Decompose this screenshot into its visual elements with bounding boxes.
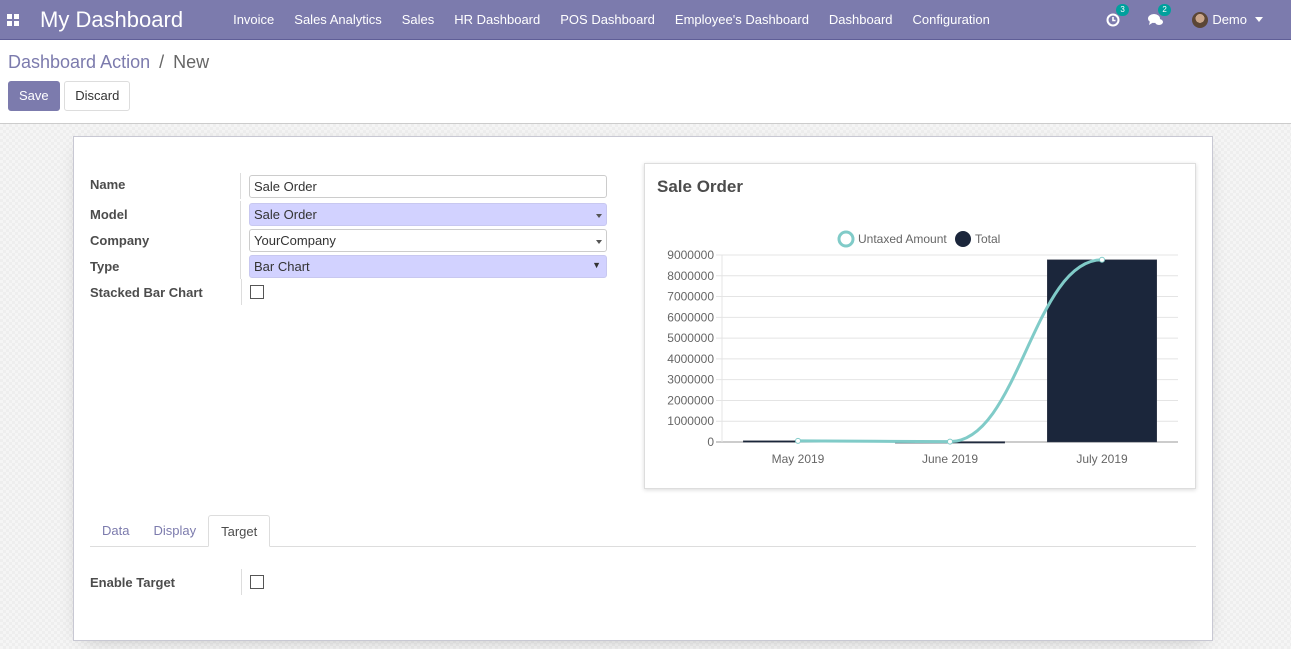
name-label: Name (90, 176, 126, 192)
legend-untaxed-label: Untaxed Amount (858, 232, 947, 246)
legend-total-marker (955, 231, 971, 247)
name-input[interactable]: Sale Order (249, 174, 607, 198)
y-tick-label: 0 (707, 435, 714, 449)
y-tick-label: 1000000 (667, 414, 714, 428)
avatar (1192, 11, 1209, 28)
stacked-bar-label: Stacked Bar Chart (90, 284, 203, 300)
model-label: Model (90, 206, 128, 222)
model-dropdown[interactable]: Sale Order (249, 202, 607, 226)
user-name: Demo (1212, 12, 1247, 27)
tab-data[interactable]: Data (90, 515, 141, 547)
chart-preview: Sale Order Untaxed Amount Total 0 1000000 20… (644, 163, 1196, 489)
type-select[interactable]: Bar Chart ▼ (249, 254, 607, 278)
save-button[interactable]: Save (8, 81, 60, 111)
activity-button[interactable]: 3 (1106, 3, 1129, 27)
y-tick-label: 6000000 (667, 310, 714, 324)
activity-badge: 3 (1116, 3, 1129, 16)
caret-down-icon (596, 239, 602, 244)
user-menu[interactable]: Demo (1192, 11, 1263, 28)
app-brand[interactable]: My Dashboard (40, 7, 183, 33)
notebook-tabs: Data Display Target (90, 515, 1196, 547)
target-fields: Enable Target (90, 569, 607, 595)
menu-configuration[interactable]: Configuration (903, 12, 1000, 27)
point-untaxed (795, 437, 801, 444)
menu-dashboard[interactable]: Dashboard (819, 12, 903, 27)
y-tick-label: 2000000 (667, 393, 714, 407)
bar-total (1047, 259, 1157, 443)
menu-sales-analytics[interactable]: Sales Analytics (284, 12, 391, 27)
company-dropdown[interactable]: YourCompany (249, 228, 607, 252)
model-value: Sale Order (254, 206, 317, 222)
tab-display[interactable]: Display (141, 515, 208, 547)
tab-target[interactable]: Target (208, 515, 271, 547)
top-navbar: My Dashboard Invoice Sales Analytics Sal… (0, 0, 1291, 40)
caret-down-icon (596, 213, 602, 218)
point-untaxed (947, 438, 953, 445)
chart-svg: Untaxed Amount Total 0 1000000 2000000 300000… (667, 230, 1178, 466)
point-untaxed (1099, 256, 1105, 263)
stacked-bar-checkbox[interactable] (250, 285, 264, 299)
menu-employees-dashboard[interactable]: Employee's Dashboard (665, 12, 819, 27)
breadcrumb: Dashboard Action / New (8, 52, 1283, 73)
caret-down-icon (1255, 17, 1263, 22)
breadcrumb-parent[interactable]: Dashboard Action (8, 52, 150, 72)
control-panel: Dashboard Action / New Save Discard (0, 40, 1291, 124)
messages-badge: 2 (1158, 3, 1171, 16)
menu-sales[interactable]: Sales (392, 12, 445, 27)
triangle-down-icon: ▼ (592, 259, 601, 270)
y-tick-label: 9000000 (667, 248, 714, 262)
type-label: Type (90, 258, 120, 274)
company-label: Company (90, 232, 150, 248)
messages-button[interactable]: 2 (1148, 3, 1171, 27)
legend-untaxed-marker (837, 230, 855, 248)
form-view: Name Sale Order Model Sale Order Company… (0, 124, 1291, 649)
y-tick-label: 3000000 (667, 373, 714, 387)
y-tick-label: 8000000 (667, 269, 714, 283)
menu-invoice[interactable]: Invoice (223, 12, 284, 27)
y-tick-label: 4000000 (667, 352, 714, 366)
menu-hr-dashboard[interactable]: HR Dashboard (444, 12, 550, 27)
type-value: Bar Chart (254, 258, 310, 274)
form-sheet: Name Sale Order Model Sale Order Company… (73, 136, 1213, 641)
x-tick-label: July 2019 (1076, 452, 1128, 466)
breadcrumb-separator: / (159, 52, 165, 72)
main-menu: Invoice Sales Analytics Sales HR Dashboa… (223, 12, 1000, 27)
x-tick-label: May 2019 (772, 452, 825, 466)
discard-button[interactable]: Discard (64, 81, 131, 111)
breadcrumb-current: New (173, 52, 210, 72)
y-tick-label: 5000000 (667, 331, 714, 345)
company-value: YourCompany (254, 232, 336, 248)
legend-total-label: Total (975, 232, 1000, 246)
x-tick-label: June 2019 (922, 452, 978, 466)
main-fields: Name Sale Order Model Sale Order Company… (90, 173, 607, 305)
apps-menu-icon[interactable] (0, 13, 40, 26)
systray: 3 2 Demo (1092, 3, 1291, 28)
enable-target-checkbox[interactable] (250, 575, 264, 589)
y-tick-label: 7000000 (667, 290, 714, 304)
enable-target-label: Enable Target (90, 574, 176, 590)
menu-pos-dashboard[interactable]: POS Dashboard (550, 12, 665, 27)
